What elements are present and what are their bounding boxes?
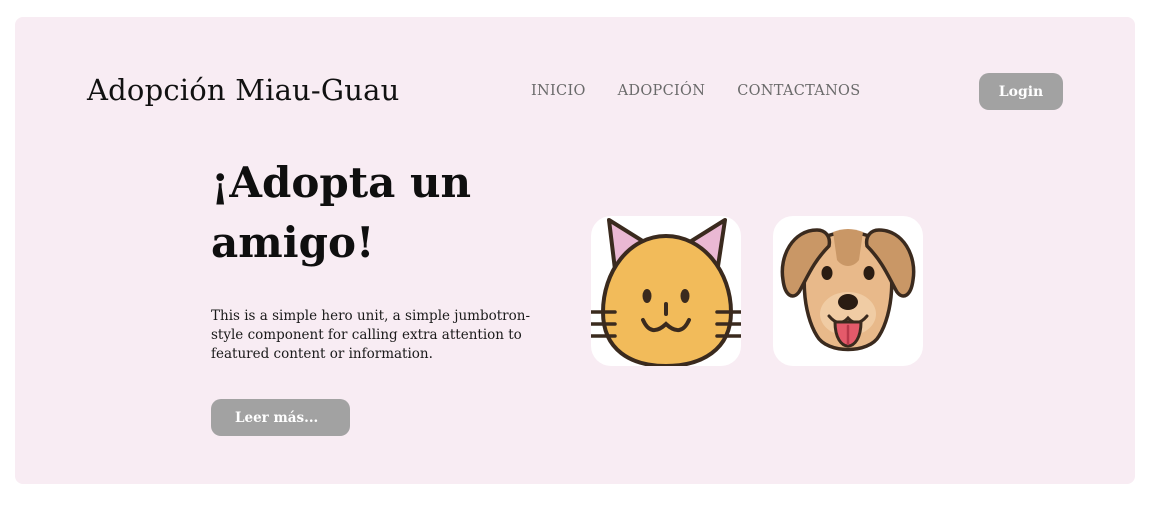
page: Adopción Miau-Guau INICIO ADOPCIÓN CONTA… [0, 0, 1157, 509]
brand-logo[interactable]: Adopción Miau-Guau [87, 73, 400, 107]
hero-description: This is a simple hero unit, a simple jum… [211, 308, 531, 362]
nav-item-adopcion[interactable]: ADOPCIÓN [618, 83, 706, 99]
main-nav: INICIO ADOPCIÓN CONTACTANOS [531, 83, 860, 99]
dog-face-icon [773, 216, 923, 366]
login-button[interactable]: Login [979, 73, 1063, 110]
cat-face-icon [591, 216, 741, 366]
nav-item-contactanos[interactable]: CONTACTANOS [737, 83, 860, 99]
hero-title: ¡Adopta un amigo! [211, 158, 472, 267]
nav-item-inicio[interactable]: INICIO [531, 83, 586, 99]
read-more-button[interactable]: Leer más... [211, 399, 350, 436]
hero-jumbotron: Adopción Miau-Guau INICIO ADOPCIÓN CONTA… [15, 17, 1135, 484]
